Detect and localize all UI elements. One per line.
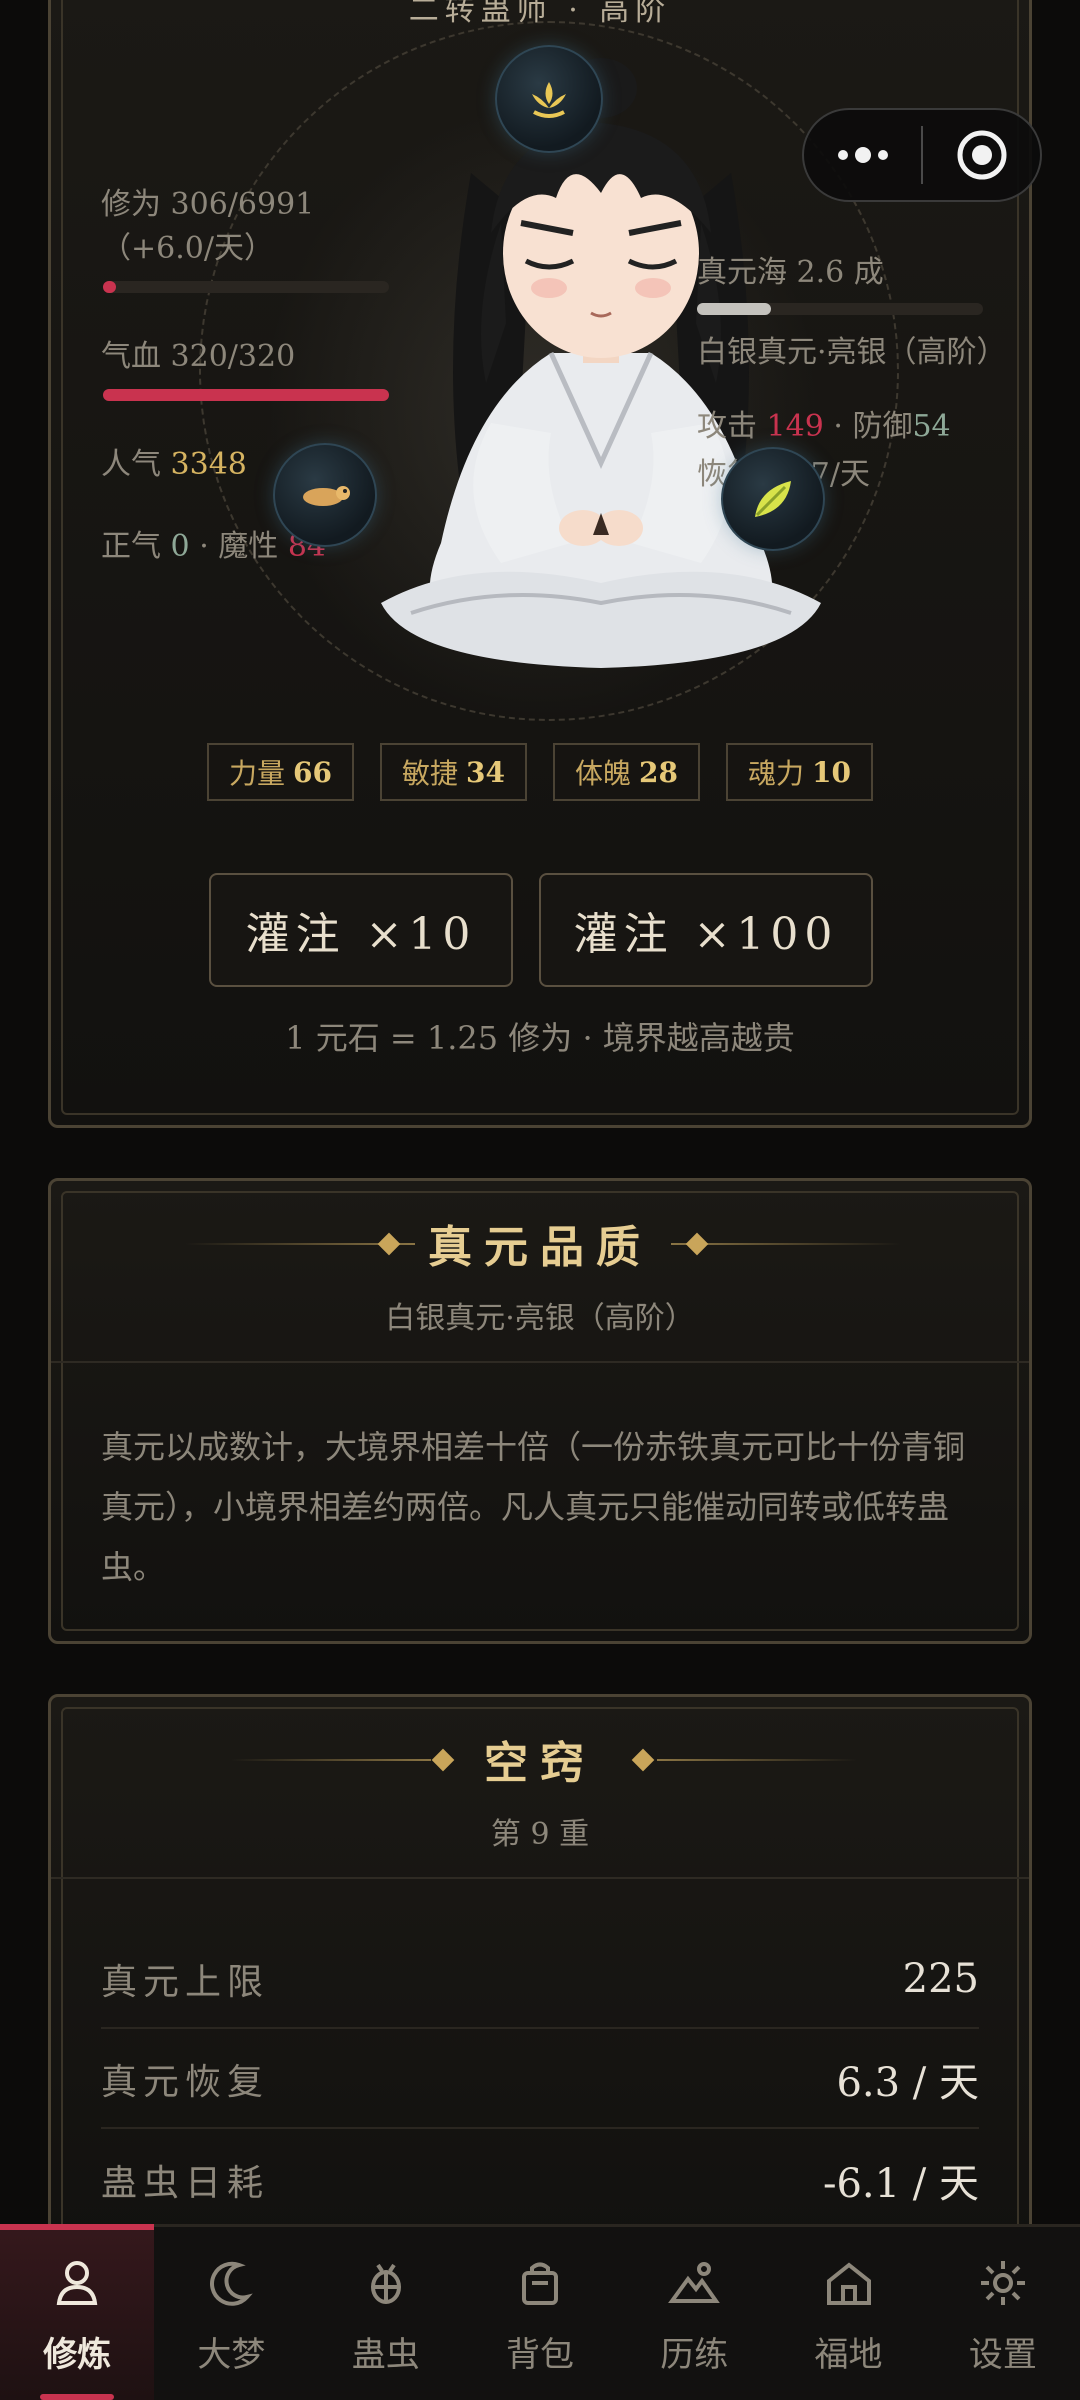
essence-grade: 白银真元·亮银（高阶） <box>697 335 1007 370</box>
section-subtitle: 白银真元·亮银（高阶） <box>385 1301 695 1336</box>
essence-sea-bar <box>697 303 983 315</box>
attr-soul: 魂力 10 <box>725 743 873 801</box>
close-miniprogram-button[interactable] <box>923 129 1040 181</box>
attr-physique: 体魄 28 <box>553 743 700 801</box>
nav-cultivate[interactable]: 修炼 <box>0 2224 155 2400</box>
attr-strength: 力量 66 <box>207 743 355 801</box>
cultivation-rate: （+6.0/天） <box>101 231 274 266</box>
cultivation-bar <box>103 281 389 293</box>
section-subtitle: 第 9 重 <box>490 1817 590 1852</box>
gear-icon <box>980 2261 1025 2305</box>
target-icon <box>957 130 1006 180</box>
essence-recovery-row: 真元恢复 6.3 / 天 <box>101 2031 979 2129</box>
gu-daily-cost-row: 蛊虫日耗 -6.1 / 天 <box>101 2161 979 2207</box>
aperture-card: 空窍 第 9 重 真元上限 225 真元恢复 6.3 / 天 蛊虫日耗 -6.1 / … <box>48 1694 1032 2254</box>
nav-trial[interactable]: 历练 <box>617 2227 771 2400</box>
essence-cap-row: 真元上限 225 <box>101 1931 979 2029</box>
moon-icon <box>210 2261 254 2306</box>
essence-quality-description: 真元以成数计，大境界相差十倍（一份赤铁真元可比十份青铜真元），小境界相差约两倍。… <box>101 1428 966 1586</box>
combat-stat: 攻击 149 · 防御54 <box>697 409 951 444</box>
section-title: 空窍 <box>484 1738 596 1789</box>
infuse-100-button[interactable]: 灌注 ×100 <box>539 873 873 987</box>
person-icon <box>56 2261 98 2305</box>
mountain-icon <box>668 2262 721 2303</box>
infuse-10-button[interactable]: 灌注 ×10 <box>209 873 513 987</box>
popularity-stat: 人气 3348 <box>101 447 247 482</box>
leaf-gu-icon[interactable] <box>721 447 825 551</box>
blood-label: 气血 320/320 <box>101 339 296 374</box>
blood-bar <box>103 389 389 401</box>
bottom-nav: 修炼 大梦 蛊虫 背包 历练 福地 设置 <box>0 2224 1080 2400</box>
essence-quality-card: 真元品质 白银真元·亮银（高阶） 真元以成数计，大境界相差十倍（一份赤铁真元可比… <box>48 1178 1032 1644</box>
exchange-rate-note: 1 元石 = 1.25 修为 · 境界越高越贵 <box>285 1019 795 1057</box>
lotus-gu-icon[interactable] <box>495 45 603 153</box>
section-title: 真元品质 <box>428 1222 652 1273</box>
more-menu-button[interactable] <box>804 147 921 163</box>
nav-blessed-land[interactable]: 福地 <box>771 2227 925 2400</box>
bag-icon <box>521 2262 558 2305</box>
attribute-row: 力量 66 敏捷 34 体魄 28 魂力 10 <box>51 743 1029 801</box>
nav-dream[interactable]: 大梦 <box>154 2227 308 2400</box>
nav-gu[interactable]: 蛊虫 <box>309 2227 463 2400</box>
attr-agility: 敏捷 34 <box>380 743 527 801</box>
cultivation-label: 修为 306/6991 <box>101 187 315 222</box>
worm-gu-icon[interactable] <box>273 443 377 547</box>
bug-icon <box>370 2263 401 2304</box>
nav-settings[interactable]: 设置 <box>926 2227 1080 2400</box>
essence-sea-label: 真元海 2.6 成 <box>697 255 884 290</box>
home-icon <box>826 2262 871 2305</box>
nav-bag[interactable]: 背包 <box>463 2227 617 2400</box>
miniprogram-capsule <box>802 108 1042 202</box>
